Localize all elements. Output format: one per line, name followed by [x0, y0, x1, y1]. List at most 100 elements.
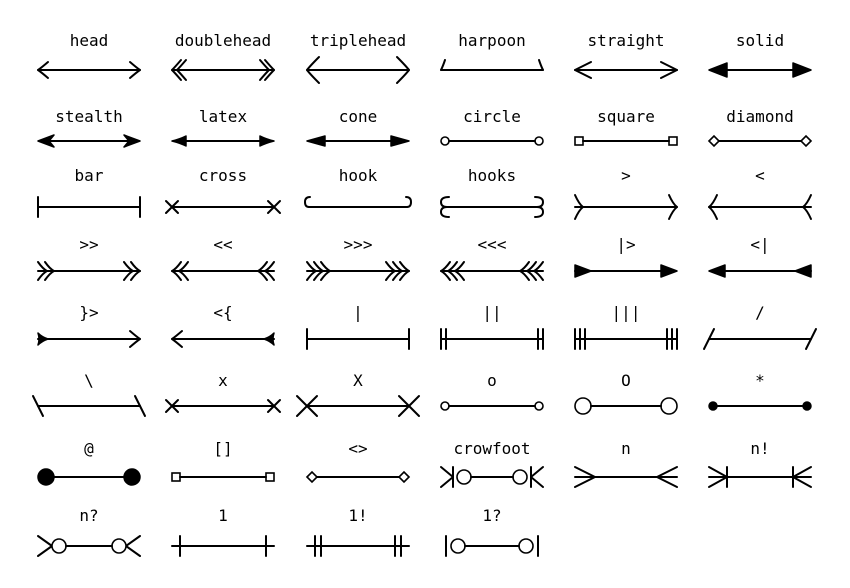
- arrow-label: crowfoot: [453, 439, 530, 458]
- arrow-sample-gt: >: [574, 166, 678, 220]
- arrow-line-bigx: [296, 395, 420, 417]
- arrow-line-square: [574, 136, 678, 146]
- arrow-label: square: [597, 107, 655, 126]
- arrow-line-x: [165, 399, 281, 413]
- arrow-sample-at: @: [37, 439, 141, 486]
- arrow-line-crowfoot: [440, 466, 544, 488]
- arrow-label: /: [755, 303, 765, 322]
- arrow-style-diagram: head doublehead triplehead harpoon straight s…: [32, 31, 817, 557]
- arrow-line-gtgt: [37, 261, 141, 281]
- arrow-line-oneq: [445, 535, 539, 557]
- arrow-label: solid: [736, 31, 784, 50]
- arrow-line-ltlt: [171, 261, 275, 281]
- arrow-label: >>: [79, 235, 98, 254]
- arrow-sample-cross: cross: [165, 166, 281, 214]
- arrow-label: triplehead: [310, 31, 406, 50]
- arrow-line-bar: [37, 196, 141, 218]
- arrow-label: diamond: [726, 107, 793, 126]
- arrow-line-star: [708, 401, 812, 411]
- arrow-line-n: [574, 466, 678, 488]
- arrow-sample-oneq: 1?: [445, 506, 539, 557]
- arrow-sample-stealth: stealth: [37, 107, 141, 148]
- arrow-sample-bar: bar: [37, 166, 141, 218]
- arrow-sample-ltlt: <<: [171, 235, 275, 281]
- arrow-line-gt: [574, 194, 678, 220]
- arrow-line-tribar: [708, 264, 812, 278]
- arrow-line-diam: [305, 470, 411, 484]
- arrow-label: stealth: [55, 107, 122, 126]
- arrow-line-bigo: [574, 397, 678, 415]
- arrow-line-one: [171, 535, 275, 557]
- arrow-line-straight: [574, 61, 678, 79]
- arrow-line-brace-rev: [171, 330, 275, 348]
- arrow-line-hook: [304, 196, 412, 208]
- arrow-label: <>: [348, 439, 367, 458]
- arrow-sample-solid: solid: [708, 31, 812, 78]
- arrow-sample-lt3: <<<: [440, 235, 544, 281]
- arrow-sample-hooks: hooks: [440, 166, 544, 218]
- arrow-label: x: [218, 371, 228, 390]
- arrow-line-gt3: [306, 261, 410, 281]
- arrow-label: hook: [339, 166, 378, 185]
- arrow-label: o: [487, 371, 497, 390]
- arrow-line-solid: [708, 62, 812, 78]
- arrow-label: doublehead: [175, 31, 271, 50]
- arrow-label: |>: [616, 235, 635, 254]
- arrow-sample-head: head: [37, 31, 141, 79]
- arrow-sample-x: x: [165, 371, 281, 413]
- arrow-label: straight: [587, 31, 664, 50]
- arrow-sample-brace: }>: [37, 303, 141, 348]
- arrow-sample-gt3: >>>: [306, 235, 410, 281]
- arrow-sample-lt: <: [708, 166, 812, 220]
- arrow-sample-diamond: diamond: [707, 107, 813, 148]
- arrow-sample-vbar3: |||: [574, 303, 678, 350]
- arrow-label: head: [70, 31, 109, 50]
- arrow-label: |: [353, 303, 363, 322]
- arrow-sample-vbar: |: [306, 303, 410, 350]
- arrow-sample-backslash: \: [32, 371, 146, 417]
- arrow-sample-o: o: [440, 371, 544, 411]
- arrow-sample-cone: cone: [306, 107, 410, 147]
- arrow-line-head: [37, 61, 141, 79]
- arrow-line-box: [171, 472, 275, 482]
- arrow-label: latex: [199, 107, 248, 126]
- arrow-label: <: [755, 166, 765, 185]
- arrow-line-harpoon: [440, 59, 544, 71]
- arrow-sample-brace-rev: <{: [171, 303, 275, 348]
- arrow-label: hooks: [468, 166, 516, 185]
- arrow-sample-crowfoot: crowfoot: [440, 439, 544, 488]
- arrow-line-at: [37, 468, 141, 486]
- arrow-label: }>: [79, 303, 98, 322]
- arrow-sample-one: 1: [171, 506, 275, 557]
- arrow-line-nbang: [708, 466, 812, 488]
- arrow-line-triplehead: [306, 56, 410, 84]
- arrow-label: X: [353, 371, 363, 390]
- arrow-sample-onebang: 1!: [306, 506, 410, 557]
- arrow-label: 1: [218, 506, 228, 525]
- arrow-label: n!: [750, 439, 769, 458]
- arrow-sample-box: []: [171, 439, 275, 482]
- arrow-line-o: [440, 401, 544, 411]
- arrow-sample-bigo: O: [574, 371, 678, 415]
- arrow-label: harpoon: [458, 31, 525, 50]
- arrow-line-circle: [440, 136, 544, 146]
- arrow-line-latex: [171, 135, 275, 147]
- arrow-label: <<<: [478, 235, 507, 254]
- arrow-sample-hook: hook: [304, 166, 412, 208]
- arrow-sample-slash: /: [703, 303, 817, 350]
- arrow-sample-bigx: X: [296, 371, 420, 417]
- arrow-line-cone: [306, 135, 410, 147]
- arrow-label: >: [621, 166, 631, 185]
- arrow-line-vbar: [306, 328, 410, 350]
- arrow-line-vbar3: [574, 328, 678, 350]
- arrow-label: n?: [79, 506, 98, 525]
- arrow-sample-n: n: [574, 439, 678, 488]
- arrow-sample-circle: circle: [440, 107, 544, 146]
- arrow-line-brace: [37, 330, 141, 348]
- arrow-label: 1!: [348, 506, 367, 525]
- arrow-line-vbar2: [440, 328, 544, 350]
- arrow-label: 1?: [482, 506, 501, 525]
- arrow-line-diamond: [707, 134, 813, 148]
- arrow-label: <{: [213, 303, 232, 322]
- arrow-label: cone: [339, 107, 378, 126]
